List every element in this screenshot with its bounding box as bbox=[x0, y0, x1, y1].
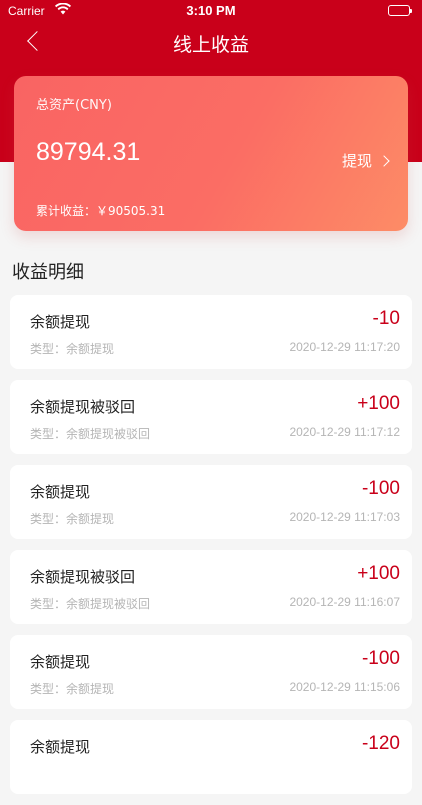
record-type: 类型：余额提现 bbox=[30, 342, 115, 356]
record-type: 类型：余额提现被驳回 bbox=[30, 597, 151, 611]
status-bar: Carrier 3:10 PM bbox=[0, 0, 422, 22]
list-item[interactable]: 余额提现 -100 类型：余额提现 2020-12-29 11:15:06 bbox=[10, 635, 412, 709]
record-type: 类型：余额提现被驳回 bbox=[30, 427, 151, 441]
status-time: 3:10 PM bbox=[186, 3, 236, 18]
record-date: 2020-12-29 11:15:06 bbox=[289, 680, 400, 694]
record-amount: +100 bbox=[357, 563, 400, 584]
total-assets-value: 89794.31 bbox=[36, 138, 141, 166]
list-item[interactable]: 余额提现被驳回 +100 类型：余额提现被驳回 2020-12-29 11:17… bbox=[10, 380, 412, 454]
page-title: 线上收益 bbox=[172, 34, 249, 56]
list-item[interactable]: 余额提现 -120 bbox=[10, 720, 412, 794]
battery-icon bbox=[388, 5, 412, 16]
record-amount: -100 bbox=[361, 648, 400, 669]
record-amount: +100 bbox=[357, 393, 400, 414]
record-date: 2020-12-29 11:17:20 bbox=[289, 340, 400, 354]
record-date: 2020-12-29 11:17:12 bbox=[289, 425, 400, 439]
record-type: 类型：余额提现 bbox=[30, 682, 115, 696]
total-assets-card: 总资产(CNY) 89794.31 提现 累计收益：￥90505.31 bbox=[14, 76, 408, 231]
record-amount: -10 bbox=[372, 308, 400, 329]
navigation-bar: 线上收益 bbox=[0, 22, 422, 62]
list-item[interactable]: 余额提现被驳回 +100 类型：余额提现被驳回 2020-12-29 11:16… bbox=[10, 550, 412, 624]
record-amount: -100 bbox=[361, 478, 400, 499]
record-title: 余额提现被驳回 bbox=[30, 398, 136, 416]
section-title: 收益明细 bbox=[12, 262, 84, 283]
record-date: 2020-12-29 11:17:03 bbox=[289, 510, 400, 524]
list-item[interactable]: 余额提现 -100 类型：余额提现 2020-12-29 11:17:03 bbox=[10, 465, 412, 539]
cumulative-earnings: 累计收益：￥90505.31 bbox=[36, 204, 166, 218]
record-title: 余额提现 bbox=[30, 313, 91, 331]
earnings-list: 余额提现 -10 类型：余额提现 2020-12-29 11:17:20 余额提… bbox=[10, 295, 412, 805]
withdraw-label: 提现 bbox=[341, 152, 372, 170]
record-title: 余额提现 bbox=[30, 483, 91, 501]
total-assets-label: 总资产(CNY) bbox=[36, 98, 112, 113]
record-date: 2020-12-29 11:16:07 bbox=[289, 595, 400, 609]
withdraw-button[interactable]: 提现 bbox=[341, 150, 390, 171]
record-title: 余额提现 bbox=[30, 738, 91, 756]
chevron-right-icon bbox=[378, 155, 390, 167]
record-type: 类型：余额提现 bbox=[30, 512, 115, 526]
record-title: 余额提现 bbox=[30, 653, 91, 671]
record-amount: -120 bbox=[361, 733, 400, 754]
list-item[interactable]: 余额提现 -10 类型：余额提现 2020-12-29 11:17:20 bbox=[10, 295, 412, 369]
record-title: 余额提现被驳回 bbox=[30, 568, 136, 586]
